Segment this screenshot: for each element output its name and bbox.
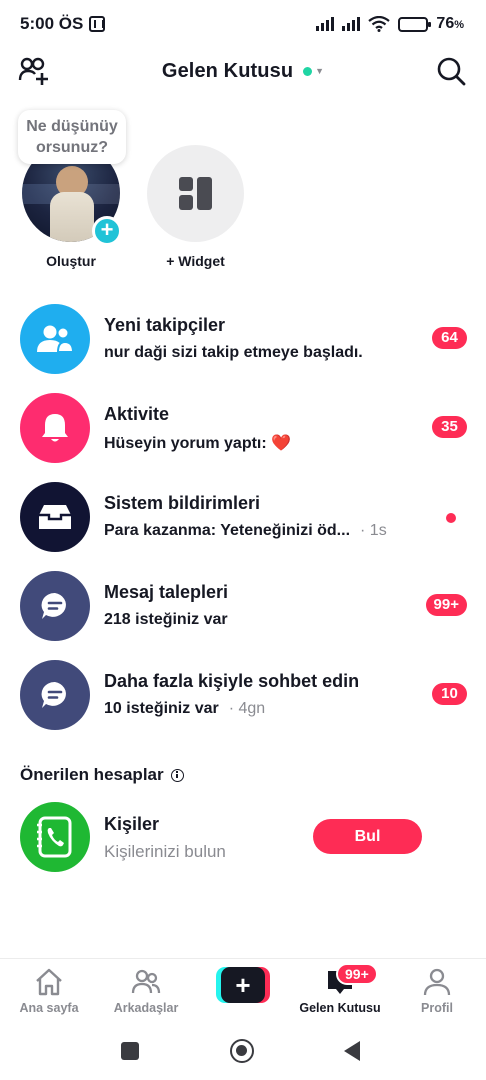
bubble-text-line-1: Ne düşünüy [26,118,118,135]
home-button[interactable] [230,1039,254,1063]
activity-avatar [20,393,90,463]
row-time: · 4gn [228,700,266,717]
message-requests-avatar [20,571,90,641]
profile-icon [423,968,451,996]
nav-friends[interactable]: Arkadaşlar [98,967,194,1015]
home-icon [36,968,62,996]
inbox-tray-icon [39,505,71,529]
contacts-row[interactable]: Kişiler Kişilerinizi bulun Bul [0,800,486,874]
nav-friends-label: Arkadaşlar [113,1001,179,1015]
row-title: Yeni takipçiler [104,315,226,335]
nav-profile-label: Profil [421,1001,453,1015]
add-story-button[interactable]: + [92,216,122,246]
count-badge: 64 [432,327,467,349]
header: Gelen Kutusu ▼ [0,48,486,94]
system-nav [0,1021,486,1080]
battery-level: 76% [436,15,464,33]
search-icon [437,57,466,86]
status-right: 76% [316,15,464,33]
create-button[interactable]: + [216,967,270,1003]
row-subtitle-text: Para kazanma: Yeteneğinizi öd... [104,522,351,539]
row-time: · 1s [360,522,387,539]
stories-row: Ne düşünüy orsunuz? + Oluştur + Widget [0,108,486,278]
status-dot [303,66,313,76]
suggested-heading-text: Önerilen hesaplar [20,765,164,784]
count-badge: 10 [432,683,467,705]
add-friend-button[interactable] [18,56,50,86]
avatar-body [50,192,94,242]
inbox-row-new-followers[interactable]: Yeni takipçiler nur daği sizi takip etme… [0,293,486,382]
contacts-subtitle: Kişilerinizi bulun [104,842,226,861]
recent-apps-button[interactable] [121,1042,139,1060]
inbox-list: Yeni takipçiler nur daği sizi takip etme… [0,293,486,738]
chat-more-avatar [20,660,90,730]
row-subtitle-text: nur daği sizi takip etmeye başladı. [104,344,363,361]
create-label: Oluştur [46,253,96,269]
widget-button[interactable] [147,145,244,242]
info-icon[interactable] [170,768,184,782]
wifi-icon [368,16,391,32]
battery-percent: 76 [436,15,455,32]
inbox-row-system[interactable]: Sistem bildirimleri Para kazanma: Yetene… [0,471,486,560]
followers-avatar [20,304,90,374]
row-title: Mesaj talepleri [104,582,229,602]
nav-inbox-label: Gelen Kutusu [299,1001,381,1015]
nfc-icon [89,16,106,32]
row-subtitle: Para kazanma: Yeteneğinizi öd... · 1s [104,522,387,540]
status-time: 5:00 ÖS [20,14,84,33]
chat-bubble-icon [41,592,66,619]
row-title: Daha fazla kişiyle sohbet edin [104,671,360,691]
page-title: Gelen Kutusu [161,59,294,82]
count-badge: 99+ [425,594,467,616]
bubble-text-line-2: orsunuz? [36,139,108,156]
thought-bubble[interactable]: Ne düşünüy orsunuz? [18,110,126,164]
row-subtitle: 10 isteğiniz var · 4gn [104,700,265,718]
plus-icon: + [221,967,265,1003]
signal-icon [316,17,335,31]
row-subtitle-text: Hüseyin yorum yaptı: ❤️ [104,435,292,452]
bell-icon [42,414,68,442]
row-subtitle: Hüseyin yorum yaptı: ❤️ [104,433,291,453]
widget-icon [179,177,212,210]
nav-home-label: Ana sayfa [19,1001,79,1015]
battery-unit: % [454,19,464,31]
row-subtitle-text: 10 isteğiniz var [104,700,219,717]
signal-icon-2 [342,17,361,31]
nav-home[interactable]: Ana sayfa [1,967,97,1015]
search-button[interactable] [436,56,466,86]
chevron-down-icon: ▼ [315,66,325,76]
inbox-row-chat-more[interactable]: Daha fazla kişiyle sohbet edin 10 isteği… [0,649,486,738]
row-title: Aktivite [104,404,170,424]
inbox-row-message-requests[interactable]: Mesaj talepleri 218 isteğiniz var 99+ [0,560,486,649]
bottom-nav: Ana sayfa Arkadaşlar + Gelen Kutusu 99+ … [0,958,486,1021]
status-left: 5:00 ÖS [20,14,106,34]
system-avatar [20,482,90,552]
chat-bubble-icon [41,681,66,708]
unread-dot [446,513,456,523]
row-subtitle: 218 isteğiniz var [104,611,228,629]
friends-icon [131,969,161,994]
inbox-row-activity[interactable]: Aktivite Hüseyin yorum yaptı: ❤️ 35 [0,382,486,471]
title-group[interactable]: Gelen Kutusu ▼ [162,60,324,83]
phone-book-icon [37,816,72,858]
contacts-avatar [20,802,90,872]
row-subtitle-text: 218 isteğiniz var [104,611,228,628]
row-title: Sistem bildirimleri [104,493,261,513]
add-friend-icon [18,57,48,85]
back-button[interactable] [344,1041,360,1061]
find-button[interactable]: Bul [313,819,422,854]
inbox-count-badge: 99+ [336,963,378,985]
battery-icon [398,16,432,32]
followers-icon [37,325,74,353]
status-bar: 5:00 ÖS 76% [0,0,486,48]
widget-label: + Widget [166,253,225,269]
count-badge: 35 [432,416,467,438]
nav-profile[interactable]: Profil [389,967,485,1015]
suggested-heading: Önerilen hesaplar [20,765,184,785]
row-subtitle: nur daği sizi takip etmeye başladı. [104,344,363,362]
contacts-title: Kişiler [104,814,160,834]
